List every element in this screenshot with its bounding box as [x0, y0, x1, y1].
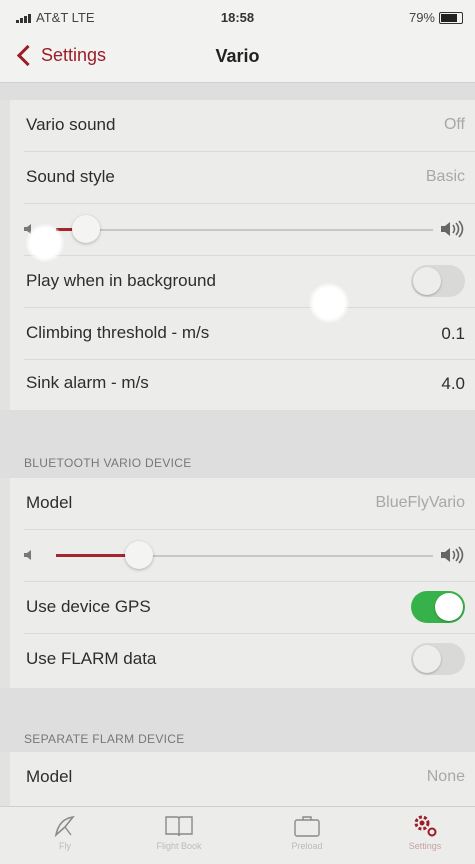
- tab-flight-book[interactable]: Flight Book: [134, 813, 224, 851]
- tab-settings-label: Settings: [408, 841, 442, 851]
- tab-settings[interactable]: Settings: [380, 813, 470, 851]
- tab-fly[interactable]: Fly: [20, 813, 110, 851]
- use-gps-label: Use device GPS: [26, 597, 151, 616]
- gear-icon: [414, 815, 437, 837]
- use-flarm-row: Use FLARM data: [10, 634, 475, 686]
- climbing-threshold-value: 0.1: [441, 324, 465, 343]
- tab-flight-book-label: Flight Book: [156, 841, 202, 851]
- sink-alarm-value: 4.0: [441, 374, 465, 393]
- use-gps-row: Use device GPS: [10, 582, 475, 634]
- flarm-model-label: Model: [26, 767, 73, 786]
- play-background-toggle[interactable]: [411, 265, 465, 297]
- sound-style-row[interactable]: Sound style Basic: [10, 152, 475, 204]
- glider-icon: [54, 815, 75, 838]
- vario-sound-label: Vario sound: [26, 115, 116, 134]
- vario-sound-row[interactable]: Vario sound Off: [10, 100, 475, 152]
- briefcase-icon: [294, 816, 320, 837]
- use-gps-toggle[interactable]: [411, 591, 465, 623]
- toggle-knob: [435, 593, 463, 621]
- speaker-high-icon: [441, 220, 464, 238]
- speaker-high-icon: [441, 546, 464, 564]
- tab-preload-label: Preload: [291, 841, 323, 851]
- climbing-threshold-row[interactable]: Climbing threshold - m/s 0.1: [10, 308, 475, 360]
- bluetooth-model-label: Model: [26, 493, 73, 512]
- bluetooth-model-row[interactable]: Model BlueFlyVario: [10, 478, 475, 530]
- use-flarm-toggle[interactable]: [411, 643, 465, 675]
- page-title: Vario: [215, 46, 260, 66]
- use-flarm-label: Use FLARM data: [26, 649, 157, 668]
- status-time: 18:58: [220, 10, 255, 25]
- play-background-label: Play when in background: [26, 271, 216, 290]
- flarm-settings-group: Model None: [10, 752, 475, 806]
- play-background-row: Play when in background: [10, 256, 475, 308]
- vario-volume-track[interactable]: [56, 229, 433, 231]
- bluetooth-settings-group: Model BlueFlyVario Use device GPS Use FL…: [10, 478, 475, 688]
- bluetooth-volume-thumb[interactable]: [124, 541, 153, 569]
- tab-fly-label: Fly: [59, 841, 71, 851]
- vario-settings-group: Vario sound Off Sound style Basic Play w…: [10, 100, 475, 410]
- toggle-knob: [413, 267, 441, 295]
- flarm-section-header: SEPARATE FLARM DEVICE: [24, 732, 185, 746]
- sink-alarm-row[interactable]: Sink alarm - m/s 4.0: [10, 358, 475, 410]
- sound-style-value: Basic: [425, 168, 465, 185]
- battery-icon: [439, 11, 463, 24]
- vario-sound-value: Off: [443, 116, 465, 133]
- sink-alarm-label: Sink alarm - m/s: [26, 373, 149, 392]
- vario-volume-row: [10, 204, 475, 256]
- book-icon: [165, 816, 193, 837]
- flarm-model-value: None: [426, 768, 465, 785]
- tab-bar: Fly Flight Book Preload Settings: [0, 806, 475, 864]
- climbing-threshold-label: Climbing threshold - m/s: [26, 323, 210, 342]
- flarm-model-row[interactable]: Model None: [10, 752, 475, 804]
- speaker-low-icon: [24, 224, 31, 234]
- bluetooth-volume-row: [10, 530, 475, 582]
- bluetooth-model-value: BlueFlyVario: [375, 494, 465, 511]
- navigation-bar: Settings Vario: [0, 36, 475, 83]
- battery-indicator: 79%: [409, 10, 463, 25]
- battery-percent: 79%: [408, 10, 435, 25]
- vario-volume-thumb[interactable]: [72, 215, 101, 243]
- speaker-low-icon: [24, 550, 31, 560]
- bluetooth-section-header: BLUETOOTH VARIO DEVICE: [24, 456, 192, 470]
- section-spacer: [0, 83, 475, 100]
- toggle-knob: [413, 645, 441, 673]
- tab-preload[interactable]: Preload: [262, 813, 352, 851]
- sound-style-label: Sound style: [26, 167, 115, 186]
- status-bar: AT&T LTE 18:58 79%: [0, 0, 475, 36]
